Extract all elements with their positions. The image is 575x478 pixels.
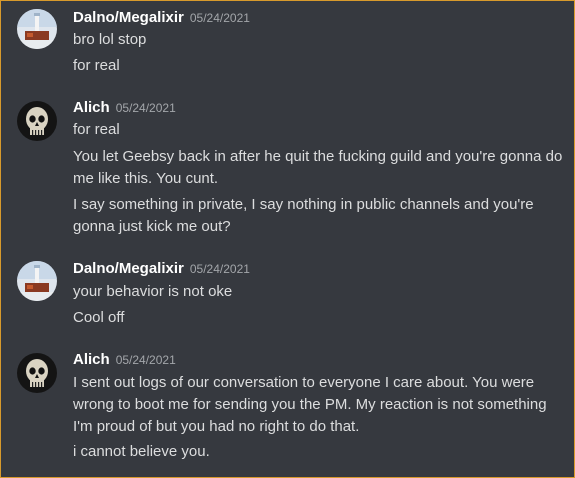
chat-log: Dalno/Megalixir 05/24/2021 bro lol stop f… — [0, 0, 575, 478]
skull-avatar-icon — [17, 353, 57, 393]
timestamp: 05/24/2021 — [115, 353, 176, 367]
lighthouse-avatar-icon — [17, 261, 57, 301]
username[interactable]: Dalno/Megalixir — [73, 260, 184, 277]
username[interactable]: Dalno/Megalixir — [73, 9, 184, 26]
message-text: I say something in private, I say nothin… — [73, 196, 534, 235]
timestamp: 05/24/2021 — [115, 101, 176, 115]
message-group: Dalno/Megalixir 05/24/2021 bro lol stop f… — [1, 1, 574, 91]
lighthouse-avatar-icon — [17, 9, 57, 49]
avatar[interactable] — [17, 261, 57, 301]
avatar[interactable] — [17, 9, 57, 49]
message-group: Dalno/Megalixir 05/24/2021 your behavior … — [1, 251, 574, 343]
message-header: Alich 05/24/2021 — [73, 351, 176, 371]
message-text: Cool off — [73, 309, 125, 326]
avatar[interactable] — [17, 101, 57, 141]
message-group: Alich 05/24/2021 I sent out logs of our c… — [1, 343, 574, 477]
username[interactable]: Alich — [73, 99, 110, 116]
message-header: Dalno/Megalixir 05/24/2021 — [73, 260, 250, 280]
avatar[interactable] — [17, 353, 57, 393]
message-header: Dalno/Megalixir 05/24/2021 — [73, 9, 250, 29]
message-text: bro lol stop — [73, 31, 147, 48]
message-text: i cannot believe you. — [73, 443, 210, 460]
message-text: I sent out logs of our conversation to e… — [73, 374, 547, 435]
timestamp: 05/24/2021 — [189, 262, 250, 276]
timestamp: 05/24/2021 — [189, 11, 250, 25]
message-group: Alich 05/24/2021 for real You let Geebsy … — [1, 91, 574, 251]
skull-avatar-icon — [17, 101, 57, 141]
message-header: Alich 05/24/2021 — [73, 99, 176, 119]
username[interactable]: Alich — [73, 351, 110, 368]
message-text: for real — [73, 121, 120, 138]
message-text: your behavior is not oke — [73, 283, 233, 300]
message-text: You let Geebsy back in after he quit the… — [73, 148, 563, 187]
message-text: for real — [73, 57, 120, 74]
